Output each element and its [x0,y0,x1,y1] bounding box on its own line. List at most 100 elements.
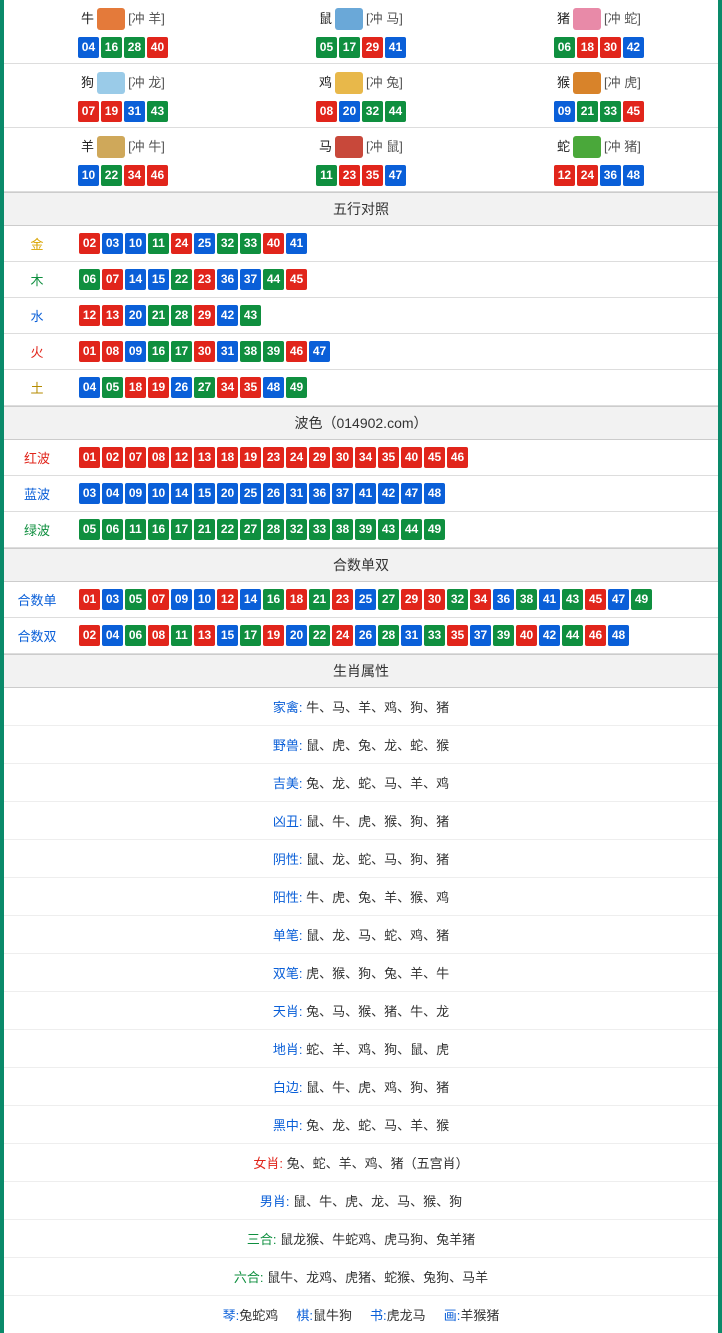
ball: 12 [171,447,192,468]
zodiac-icon [573,72,601,94]
ball: 08 [102,341,123,362]
ball: 45 [286,269,307,290]
zodiac-clash: [冲 猪] [604,134,641,160]
ball: 10 [125,233,146,254]
ball: 29 [362,37,383,58]
ball: 15 [148,269,169,290]
ball: 14 [171,483,192,504]
row-balls: 02031011242532334041 [70,226,718,262]
music-label: 画: [444,1308,461,1323]
ball: 06 [79,269,100,290]
zodiac-name: 猴 [557,70,570,96]
attr-value: 兔、龙、蛇、马、羊、鸡 [306,776,449,791]
attr-row: 阴性: 鼠、龙、蛇、马、狗、猪 [4,840,718,878]
attr-value: 兔、马、猴、猪、牛、龙 [306,1004,449,1019]
attr-value: 虎、猴、狗、兔、羊、牛 [306,966,449,981]
ball: 21 [309,589,330,610]
ball: 15 [217,625,238,646]
table-row: 火 0108091617303138394647 [4,334,718,370]
ball: 33 [309,519,330,540]
attr-row: 野兽: 鼠、虎、兔、龙、蛇、猴 [4,726,718,764]
attr-row: 女肖: 兔、蛇、羊、鸡、猪（五宫肖） [4,1144,718,1182]
table-row: 土 04051819262734354849 [4,370,718,406]
ball: 41 [539,589,560,610]
attr-value: 鼠、牛、虎、鸡、狗、猪 [306,1080,449,1095]
zodiac-icon [335,8,363,30]
music-row: 琴:兔蛇鸡 棋:鼠牛狗 书:虎龙马 画:羊猴猪 [4,1296,718,1333]
table-row: 蓝波 03040910141520252631363741424748 [4,476,718,512]
attr-value: 鼠、牛、虎、龙、马、猴、狗 [293,1194,462,1209]
ball: 28 [263,519,284,540]
attr-value: 兔、蛇、羊、鸡、猪（五宫肖） [287,1156,469,1171]
attr-label: 白边: [273,1080,303,1095]
zodiac-icon [573,136,601,158]
ball: 32 [362,101,383,122]
zodiac-name: 马 [319,134,332,160]
ball: 06 [125,625,146,646]
ball: 24 [286,447,307,468]
ball: 30 [194,341,215,362]
ball: 29 [309,447,330,468]
zodiac-balls: 09213345 [480,100,718,123]
table-row: 红波 0102070812131819232429303435404546 [4,440,718,476]
music-value: 羊猴猪 [460,1308,499,1323]
ball: 47 [401,483,422,504]
ball: 13 [102,305,123,326]
zodiac-name: 羊 [81,134,94,160]
row-balls: 0108091617303138394647 [70,334,718,370]
attr-label: 天肖: [273,1004,303,1019]
ball: 36 [493,589,514,610]
ball: 03 [79,483,100,504]
table-row: 合数双 020406081113151719202224262831333537… [4,618,718,654]
ball: 48 [424,483,445,504]
ball: 10 [78,165,99,186]
ball: 45 [623,101,644,122]
zodiac-name: 鸡 [319,70,332,96]
ball: 25 [194,233,215,254]
attr-value: 蛇、羊、鸡、狗、鼠、虎 [306,1042,449,1057]
ball: 06 [554,37,575,58]
zodiac-clash: [冲 兔] [366,70,403,96]
row-label: 水 [4,298,70,334]
ball: 31 [401,625,422,646]
ball: 43 [378,519,399,540]
ball: 03 [102,233,123,254]
ball: 27 [194,377,215,398]
ball: 20 [125,305,146,326]
row-balls: 1213202128294243 [70,298,718,334]
ball: 41 [355,483,376,504]
ball: 41 [385,37,406,58]
ball: 03 [102,589,123,610]
heshu-table: 合数单 010305070910121416182123252729303234… [4,582,718,654]
ball: 02 [102,447,123,468]
ball: 29 [401,589,422,610]
ball: 46 [447,447,468,468]
attr-row: 家禽: 牛、马、羊、鸡、狗、猪 [4,688,718,726]
zodiac-cell: 蛇 [冲 猪] 12243648 [480,128,718,192]
ball: 49 [631,589,652,610]
zodiac-clash: [冲 羊] [128,6,165,32]
ball: 07 [125,447,146,468]
attr-value: 牛、马、羊、鸡、狗、猪 [306,700,449,715]
zodiac-name: 狗 [81,70,94,96]
music-label: 棋: [296,1308,313,1323]
shengxiao-header: 生肖属性 [4,654,718,688]
ball: 47 [385,165,406,186]
ball: 33 [240,233,261,254]
zodiac-icon [97,136,125,158]
ball: 15 [194,483,215,504]
ball: 22 [309,625,330,646]
ball: 31 [286,483,307,504]
ball: 37 [240,269,261,290]
attr-label: 双笔: [273,966,303,981]
ball: 01 [79,589,100,610]
zodiac-clash: [冲 牛] [128,134,165,160]
attr-label: 阳性: [273,890,303,905]
bose-table: 红波 0102070812131819232429303435404546 蓝波… [4,440,718,548]
ball: 37 [470,625,491,646]
ball: 09 [554,101,575,122]
ball: 09 [171,589,192,610]
ball: 04 [102,483,123,504]
ball: 02 [79,625,100,646]
ball: 43 [240,305,261,326]
